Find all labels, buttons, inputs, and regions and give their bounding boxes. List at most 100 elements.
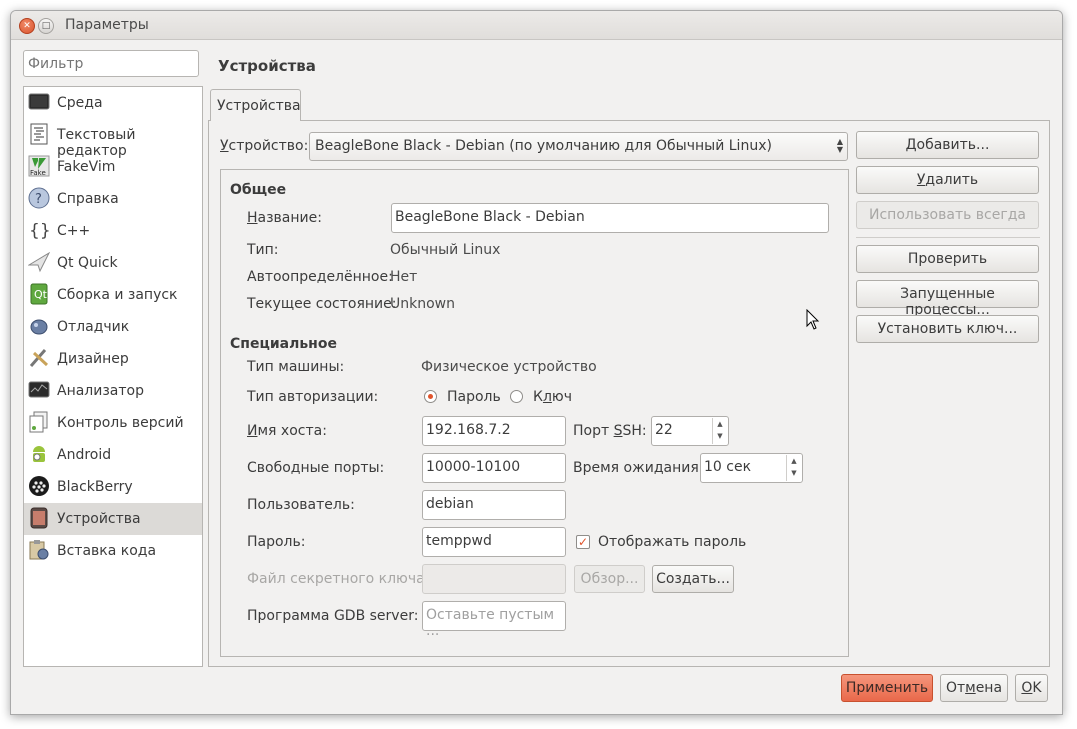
category-label: Анализатор bbox=[57, 383, 144, 399]
auth-type-label: Тип авторизации: bbox=[247, 389, 379, 405]
category-item-android[interactable]: Android bbox=[24, 439, 202, 471]
button-separator bbox=[856, 237, 1040, 238]
apply-button[interactable]: Применить bbox=[841, 674, 933, 702]
device-icon bbox=[28, 507, 50, 529]
category-label: FakeVim bbox=[57, 159, 116, 175]
category-item-help[interactable]: ? Справка bbox=[24, 183, 202, 215]
window-title: Параметры bbox=[65, 17, 149, 33]
category-item-environment[interactable]: Среда bbox=[24, 87, 202, 119]
title-bar: ✕ □ Параметры bbox=[11, 11, 1062, 40]
device-name-input[interactable]: BeagleBone Black - Debian bbox=[391, 203, 829, 233]
blackberry-icon bbox=[28, 475, 50, 497]
category-item-code-paste[interactable]: Вставка кода bbox=[24, 535, 202, 567]
user-label: Пользователь: bbox=[247, 497, 355, 513]
device-label: Устройство: bbox=[220, 138, 309, 154]
category-item-analyzer[interactable]: Анализатор bbox=[24, 375, 202, 407]
svg-text:Qt: Qt bbox=[34, 288, 48, 301]
current-state-value: Unknown bbox=[390, 296, 455, 312]
host-name-input[interactable]: 192.168.7.2 bbox=[422, 416, 566, 446]
category-label: Справка bbox=[57, 191, 119, 207]
category-item-designer[interactable]: Дизайнер bbox=[24, 343, 202, 375]
android-icon bbox=[28, 443, 50, 465]
version-control-icon bbox=[28, 411, 50, 433]
current-state-label: Текущее состояние: bbox=[247, 296, 397, 312]
autodetected-value: Нет bbox=[390, 269, 418, 285]
specific-section-title: Специальное bbox=[230, 336, 337, 352]
category-label: C++ bbox=[57, 223, 91, 239]
free-ports-label: Свободные порты: bbox=[247, 460, 385, 476]
create-key-button[interactable]: Создать... bbox=[652, 565, 734, 593]
filter-input[interactable] bbox=[23, 50, 199, 77]
type-label: Тип: bbox=[247, 242, 279, 258]
name-label: Название: bbox=[247, 210, 322, 226]
updown-arrows-icon: ▲ ▼ bbox=[836, 137, 843, 154]
test-button[interactable]: Проверить bbox=[856, 245, 1039, 273]
ssh-port-spinbox[interactable]: 22 ▲ ▼ bbox=[651, 416, 729, 446]
free-ports-input[interactable]: 10000-10100 bbox=[422, 453, 566, 483]
category-item-devices[interactable]: Устройства bbox=[24, 503, 202, 535]
designer-brush-icon bbox=[28, 347, 50, 369]
page-title: Устройства bbox=[218, 57, 316, 75]
general-section-title: Общее bbox=[230, 182, 287, 198]
set-default-button[interactable]: Использовать всегда bbox=[856, 201, 1039, 229]
type-value: Обычный Linux bbox=[390, 242, 501, 258]
svg-text:{}: {} bbox=[29, 221, 50, 241]
browse-button[interactable]: Обзор... bbox=[574, 565, 645, 593]
build-run-icon: Qt bbox=[28, 283, 50, 305]
auth-password-label[interactable]: Пароль bbox=[447, 389, 501, 405]
category-item-cpp[interactable]: {} C++ bbox=[24, 215, 202, 247]
category-item-build-run[interactable]: Qt Сборка и запуск bbox=[24, 279, 202, 311]
category-label: Сборка и запуск bbox=[57, 287, 178, 303]
running-processes-button[interactable]: Запущенные процессы... bbox=[856, 280, 1039, 318]
text-editor-icon bbox=[28, 123, 50, 145]
fakevim-icon: Fake bbox=[28, 155, 50, 177]
code-paste-icon bbox=[28, 539, 50, 561]
timeout-value: 10 сек bbox=[704, 459, 752, 475]
category-item-debugger[interactable]: Отладчик bbox=[24, 311, 202, 343]
category-item-qt-quick[interactable]: Qt Quick bbox=[24, 247, 202, 279]
auth-password-radio[interactable] bbox=[424, 390, 437, 403]
device-select-value: BeagleBone Black - Debian (по умолчанию … bbox=[315, 138, 772, 154]
show-password-checkbox[interactable]: ✓ bbox=[576, 535, 590, 549]
category-label: Qt Quick bbox=[57, 255, 118, 271]
spin-arrows-icon[interactable]: ▲ ▼ bbox=[786, 455, 801, 481]
close-window-button[interactable]: ✕ bbox=[19, 18, 35, 34]
auth-key-radio[interactable] bbox=[510, 390, 523, 403]
password-label: Пароль: bbox=[247, 534, 306, 550]
show-password-label[interactable]: Отображать пароль bbox=[598, 534, 746, 550]
maximize-window-button[interactable]: □ bbox=[38, 18, 54, 34]
private-key-file-input[interactable] bbox=[422, 564, 566, 594]
gdb-server-label: Программа GDB server: bbox=[247, 608, 419, 624]
tab-devices[interactable]: Устройства bbox=[210, 89, 301, 121]
spin-arrows-icon[interactable]: ▲ ▼ bbox=[712, 418, 727, 444]
host-name-label: Имя хоста: bbox=[247, 423, 327, 439]
timeout-label: Время ожидания: bbox=[573, 460, 704, 476]
category-item-text-editor[interactable]: Текстовый редактор bbox=[24, 119, 202, 159]
machine-type-label: Тип машины: bbox=[247, 359, 345, 375]
auth-key-label[interactable]: Ключ bbox=[533, 389, 572, 405]
analyzer-icon bbox=[28, 379, 50, 401]
private-key-file-label: Файл секретного ключа: bbox=[247, 571, 430, 587]
timeout-spinbox[interactable]: 10 сек ▲ ▼ bbox=[700, 453, 803, 483]
ok-button[interactable]: OK bbox=[1015, 674, 1048, 702]
debugger-bug-icon bbox=[28, 315, 50, 337]
category-label: BlackBerry bbox=[57, 479, 133, 495]
remove-button[interactable]: Удалить bbox=[856, 166, 1039, 194]
category-item-blackberry[interactable]: BlackBerry bbox=[24, 471, 202, 503]
cancel-button[interactable]: Отмена bbox=[940, 674, 1008, 702]
autodetected-label: Автоопределённое: bbox=[247, 269, 393, 285]
help-icon: ? bbox=[28, 187, 50, 209]
device-select[interactable]: BeagleBone Black - Debian (по умолчанию … bbox=[309, 132, 848, 161]
password-input[interactable]: temppwd bbox=[422, 527, 566, 557]
category-label: Вставка кода bbox=[57, 543, 157, 559]
category-label: Среда bbox=[57, 95, 103, 111]
deploy-key-button[interactable]: Установить ключ... bbox=[856, 315, 1039, 343]
category-item-version-control[interactable]: Контроль версий bbox=[24, 407, 202, 439]
gdb-server-input[interactable]: Оставьте пустым ... bbox=[422, 601, 566, 639]
cpp-braces-icon: {} bbox=[28, 219, 50, 241]
category-item-fakevim[interactable]: Fake FakeVim bbox=[24, 151, 202, 183]
settings-window: ✕ □ Параметры Среда Текстовый редактор F… bbox=[10, 10, 1063, 715]
user-input[interactable]: debian bbox=[422, 490, 566, 520]
machine-type-value: Физическое устройство bbox=[421, 359, 597, 375]
add-button[interactable]: Добавить... bbox=[856, 131, 1039, 159]
